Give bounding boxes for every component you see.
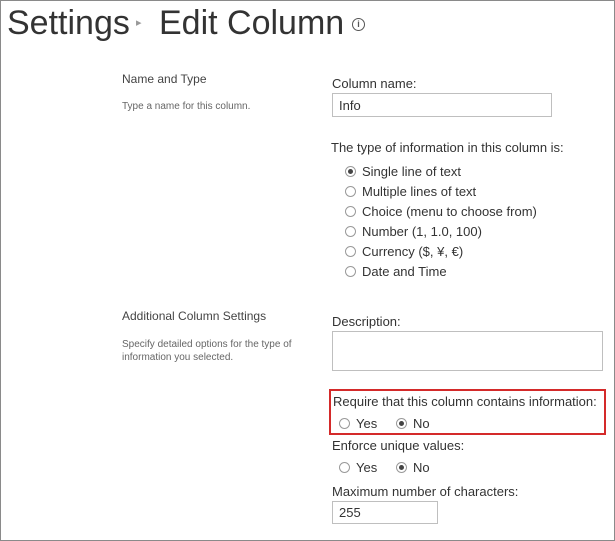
radio-label: Date and Time [362,263,447,279]
column-name-label: Column name: [332,76,417,91]
description-textarea[interactable] [332,331,603,371]
max-chars-input[interactable] [332,501,438,524]
description-label: Description: [332,314,401,329]
require-info-label: Require that this column contains inform… [333,394,597,409]
column-name-input[interactable] [332,93,552,117]
unique-yes-option[interactable]: Yes [339,458,377,476]
radio-button[interactable] [345,165,356,177]
radio-button[interactable] [345,205,356,217]
breadcrumb-separator-icon: ▸ [136,17,142,29]
radio-button[interactable] [345,265,356,277]
radio-label: Yes [356,459,378,475]
radio-label: No [413,459,430,475]
section-description-name-type: Type a name for this column. [122,101,251,112]
section-title-name-type: Name and Type [122,72,207,86]
max-chars-label: Maximum number of characters: [332,484,519,499]
radio-button[interactable] [345,185,356,197]
radio-label: Currency ($, ¥, €) [362,243,464,259]
radio-button[interactable] [345,225,356,237]
radio-label: Yes [356,415,378,431]
unique-no-option[interactable]: No [396,458,430,476]
radio-button[interactable] [339,461,350,473]
radio-button[interactable] [345,245,356,257]
type-info-label: The type of information in this column i… [331,140,564,155]
require-no-option[interactable]: No [396,414,430,432]
require-yes-option[interactable]: Yes [339,414,377,432]
radio-label: Single line of text [362,163,462,179]
radio-option-choice[interactable]: Choice (menu to choose from) [345,202,537,220]
radio-option-date-time[interactable]: Date and Time [345,262,447,280]
radio-label: Choice (menu to choose from) [362,203,537,219]
info-icon[interactable]: i [352,18,365,31]
radio-button[interactable] [396,461,407,473]
radio-label: Number (1, 1.0, 100) [362,223,482,239]
radio-option-multiple-lines[interactable]: Multiple lines of text [345,182,476,200]
radio-option-single-line[interactable]: Single line of text [345,162,461,180]
radio-label: No [413,415,430,431]
page-title: Edit Column [159,4,345,42]
section-title-additional: Additional Column Settings [122,309,267,323]
radio-option-currency[interactable]: Currency ($, ¥, €) [345,242,463,260]
unique-values-label: Enforce unique values: [332,438,465,453]
radio-button[interactable] [396,417,407,429]
breadcrumb-settings[interactable]: Settings [7,1,130,45]
radio-label: Multiple lines of text [362,183,477,199]
radio-option-number[interactable]: Number (1, 1.0, 100) [345,222,482,240]
radio-button[interactable] [339,417,350,429]
section-description-additional: Specify detailed options for the type of… [122,339,292,363]
